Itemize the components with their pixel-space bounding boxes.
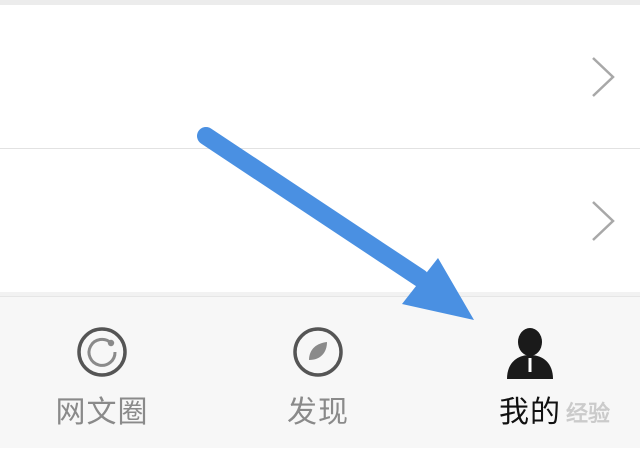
chevron-right-icon <box>592 56 615 97</box>
list-item[interactable] <box>0 148 640 292</box>
circle-loop-icon <box>77 327 127 377</box>
tab-wangwenquan[interactable]: 网文圈 <box>32 297 172 449</box>
tab-label: 网文圈 <box>55 395 149 430</box>
tab-discover[interactable]: 发现 <box>248 297 388 449</box>
bottom-tab-bar: 网文圈 发现 我的 <box>0 296 640 448</box>
settings-list <box>0 5 640 292</box>
compass-leaf-icon <box>293 327 343 377</box>
list-item[interactable] <box>0 5 640 148</box>
chevron-right-icon <box>592 200 615 241</box>
person-icon <box>507 328 553 379</box>
watermark: 经验 <box>565 402 610 427</box>
tab-label: 发现 <box>287 395 349 430</box>
